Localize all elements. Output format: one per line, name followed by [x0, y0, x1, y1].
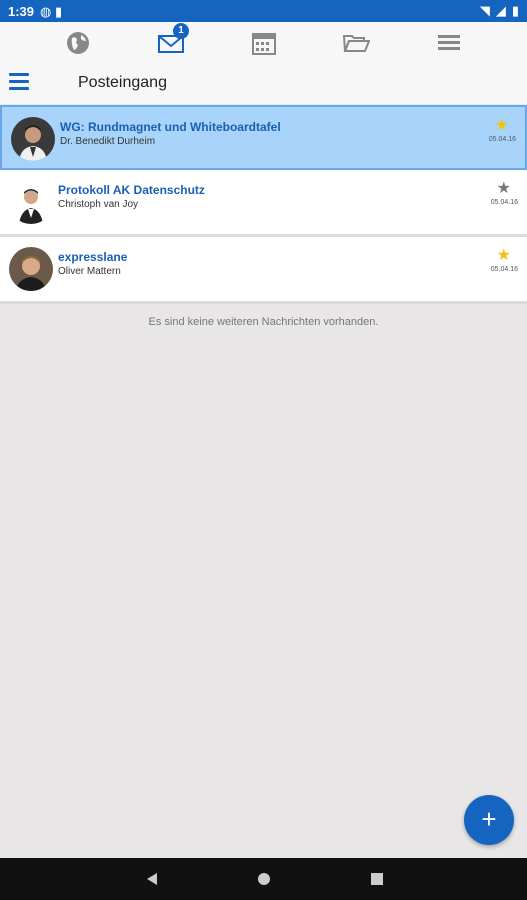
home-icon[interactable]	[256, 871, 272, 887]
status-time: 1:39	[8, 4, 35, 19]
unread-badge: 1	[173, 23, 189, 39]
message-date: 05.04.16	[488, 136, 516, 143]
recents-icon[interactable]	[369, 871, 385, 887]
system-navigation-bar	[0, 858, 527, 900]
folder-icon[interactable]	[342, 29, 371, 57]
message-subject: expresslane	[58, 250, 128, 264]
message-row[interactable]: WG: Rundmagnet und Whiteboardtafel Dr. B…	[0, 105, 527, 170]
header-bar: Posteingang	[0, 64, 527, 104]
wifi-icon: ◥	[479, 3, 490, 18]
message-row[interactable]: expresslane Oliver Mattern ★ 05.04.16	[0, 237, 527, 304]
calendar-icon[interactable]	[250, 29, 278, 57]
message-subject: Protokoll AK Datenschutz	[58, 183, 205, 197]
top-navigation: 1	[0, 22, 527, 64]
status-right: ◥ ◢ ▮	[480, 3, 519, 19]
mail-icon[interactable]: 1	[157, 23, 189, 57]
back-icon[interactable]	[144, 871, 160, 887]
notification-icons: ◍ ▮	[40, 4, 63, 19]
message-list: WG: Rundmagnet und Whiteboardtafel Dr. B…	[0, 105, 527, 304]
star-icon[interactable]: ★	[495, 118, 509, 134]
star-icon[interactable]: ★	[497, 181, 511, 197]
message-subject: WG: Rundmagnet und Whiteboardtafel	[60, 120, 281, 134]
avatar	[9, 180, 53, 224]
message-row[interactable]: Protokoll AK Datenschutz Christoph van J…	[0, 170, 527, 237]
message-sender: Christoph van Joy	[58, 199, 139, 210]
avatar	[11, 117, 55, 161]
battery-icon: ▮	[511, 3, 519, 18]
page-title: Posteingang	[78, 74, 167, 91]
compose-button[interactable]: +	[464, 795, 514, 845]
signal-icon: ◢	[495, 3, 506, 18]
hamburger-icon[interactable]	[9, 73, 29, 91]
star-icon[interactable]: ★	[497, 248, 511, 264]
menu-icon[interactable]	[435, 29, 463, 57]
message-sender: Dr. Benedikt Durheim	[60, 136, 156, 147]
globe-icon[interactable]	[64, 29, 92, 57]
empty-note: Es sind keine weiteren Nachrichten vorha…	[148, 316, 379, 328]
message-date: 05.04.16	[490, 266, 518, 273]
avatar	[9, 247, 53, 291]
status-bar: 1:39 ◍ ▮ ◥ ◢ ▮	[0, 0, 527, 22]
message-date: 05.04.16	[490, 199, 518, 206]
message-sender: Oliver Mattern	[58, 266, 121, 277]
